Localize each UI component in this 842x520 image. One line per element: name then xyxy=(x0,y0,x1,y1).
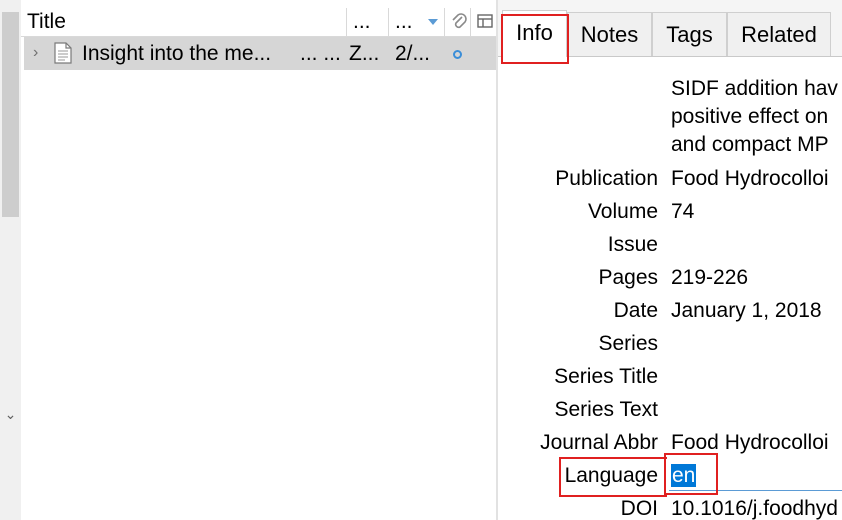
abstract-text: SIDF addition hav positive effect on and… xyxy=(671,75,842,159)
row-date: 2/... xyxy=(395,42,431,65)
abstract-line: and compact MP xyxy=(671,133,829,156)
row-item-type: Z... xyxy=(349,42,380,65)
tab-related[interactable]: Related xyxy=(727,12,831,56)
tab-notes[interactable]: Notes xyxy=(567,12,652,56)
field-pages: Pages 219-226 xyxy=(498,261,842,294)
column-header: Title ... ... xyxy=(21,0,496,37)
column-creator[interactable]: ... xyxy=(346,8,388,36)
field-label: Date xyxy=(613,299,658,322)
field-label: Journal Abbr xyxy=(540,431,658,454)
expand-chevron-icon[interactable]: › xyxy=(33,43,38,63)
scrollbar-thumb[interactable] xyxy=(2,12,19,217)
field-label: Publication xyxy=(555,167,658,190)
field-series-text: Series Text xyxy=(498,393,842,426)
tab-info[interactable]: Info xyxy=(502,10,567,57)
field-volume: Volume 74 xyxy=(498,195,842,228)
field-label: Series xyxy=(598,332,658,355)
column-picker-icon xyxy=(477,14,493,28)
field-label: DOI xyxy=(620,497,658,520)
field-series-title: Series Title xyxy=(498,360,842,393)
field-doi: DOI 10.1016/j.foodhyd xyxy=(498,492,842,520)
item-tabs: Info Notes Tags Related xyxy=(498,0,842,57)
column-picker[interactable] xyxy=(470,8,496,36)
field-value[interactable]: Food Hydrocolloi xyxy=(671,426,829,459)
language-selected-text: en xyxy=(671,464,697,487)
field-value[interactable]: 10.1016/j.foodhyd xyxy=(671,492,838,520)
field-issue: Issue xyxy=(498,228,842,261)
field-value[interactable]: Food Hydrocolloi xyxy=(671,162,829,195)
field-date: Date January 1, 2018 xyxy=(498,294,842,327)
field-value[interactable]: 74 xyxy=(671,195,694,228)
field-language: Language en xyxy=(498,459,842,492)
unread-dot-icon xyxy=(453,50,462,59)
field-label: Volume xyxy=(587,200,658,223)
field-value[interactable]: January 1, 2018 xyxy=(671,294,822,327)
field-label: Issue xyxy=(607,233,658,256)
abstract-line: positive effect on xyxy=(671,105,829,128)
field-label: Series Title xyxy=(554,365,658,388)
field-publication: Publication Food Hydrocolloi xyxy=(498,162,842,195)
column-date[interactable]: ... xyxy=(388,8,444,36)
paperclip-icon xyxy=(452,13,467,29)
items-pane: Title ... ... › Insight into the me... .… xyxy=(21,0,496,520)
document-icon xyxy=(54,42,72,64)
language-input[interactable]: en xyxy=(671,459,697,492)
item-pane: Info Notes Tags Related SIDF addition ha… xyxy=(498,0,842,520)
table-row[interactable]: › Insight into the me... ... ... Z... 2/… xyxy=(24,37,496,70)
field-value[interactable]: 219-226 xyxy=(671,261,748,294)
row-title: Insight into the me... xyxy=(82,42,272,65)
row-creator: ... ... xyxy=(300,42,341,65)
abstract-line: SIDF addition hav xyxy=(671,77,838,100)
column-date-label: ... xyxy=(395,10,413,33)
field-series: Series xyxy=(498,327,842,360)
items-scrollbar[interactable]: ⌄ xyxy=(0,0,21,520)
field-journal-abbr: Journal Abbr Food Hydrocolloi xyxy=(498,426,842,459)
sort-descending-icon xyxy=(428,19,438,25)
field-label: Pages xyxy=(598,266,658,289)
field-label: Series Text xyxy=(554,398,659,421)
field-label: Language xyxy=(564,464,658,487)
column-title[interactable]: Title xyxy=(21,8,346,36)
column-attachments[interactable] xyxy=(444,8,470,36)
tab-tags[interactable]: Tags xyxy=(652,12,727,56)
scroll-down-arrow-icon[interactable]: ⌄ xyxy=(3,404,18,424)
